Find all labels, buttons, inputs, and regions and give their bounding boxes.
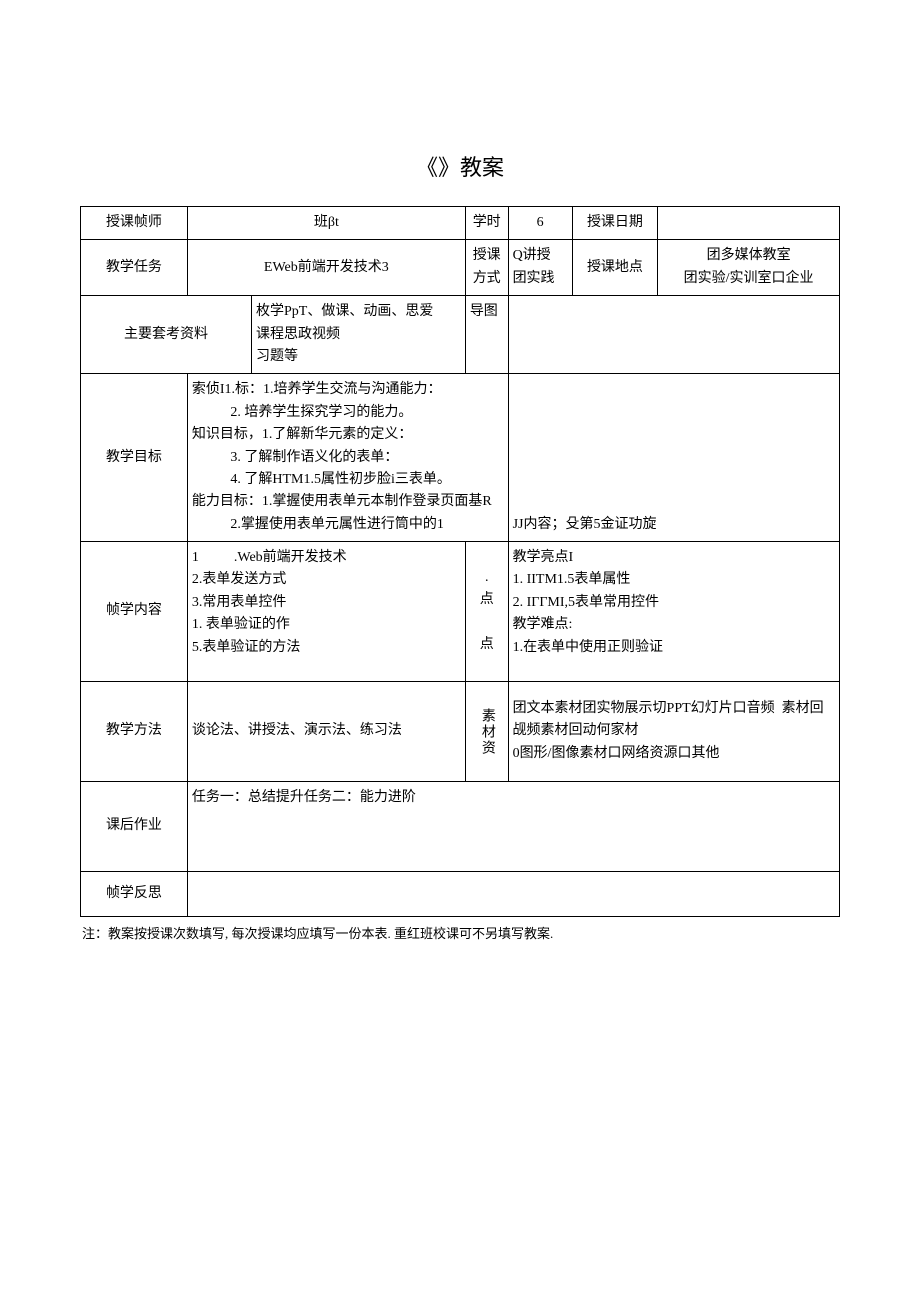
- value-homework: 任务一：总结提升任务二：能力进阶: [187, 782, 839, 872]
- table-row: 教学目标 索侦I1.标：1.培养学生交流与沟通能力： 2. 培养学生探究学习的能…: [81, 374, 840, 542]
- value-goals-side: JJ内容；殳第5金证功旋: [508, 374, 839, 542]
- value-goals: 索侦I1.标：1.培养学生交流与沟通能力： 2. 培养学生探究学习的能力。 知识…: [187, 374, 508, 542]
- label-place: 授课地点: [572, 240, 658, 296]
- label-goals: 教学目标: [81, 374, 188, 542]
- label-hours: 学时: [465, 207, 508, 240]
- value-material: 团文本素材团实物展示切PPT幻灯片口音频 素材回觇频素材回动何家材 0图形/图像…: [508, 682, 839, 782]
- label-homework: 课后作业: [81, 782, 188, 872]
- table-row: 课后作业 任务一：总结提升任务二：能力进阶: [81, 782, 840, 872]
- label-date: 授课日期: [572, 207, 658, 240]
- table-row: 帧学反思: [81, 872, 840, 917]
- label-content: 帧学内容: [81, 542, 188, 682]
- label-reference: 主要套考资料: [81, 296, 252, 374]
- page-title: 《》教案: [80, 150, 840, 182]
- label-reflection: 帧学反思: [81, 872, 188, 917]
- value-content: 1 .Web前端开发技术 2.表单发送方式 3.常用表单控件 1. 表单验证的作…: [187, 542, 465, 682]
- value-date: [658, 207, 840, 240]
- label-mode: 授课 方式: [465, 240, 508, 296]
- value-task: EWeb前端开发技术3: [187, 240, 465, 296]
- label-class: 班βt: [187, 207, 465, 240]
- value-reflection: [187, 872, 839, 917]
- table-row: 授课帧师 班βt 学时 6 授课日期: [81, 207, 840, 240]
- value-reference-extra: 导图: [465, 296, 508, 374]
- footnote: 注：教案按授课次数填写, 每次授课均应填写一份本表. 重红班校课可不另填写教案.: [80, 917, 840, 942]
- empty-cell: [508, 296, 839, 374]
- label-methods: 教学方法: [81, 682, 188, 782]
- table-row: 教学方法 谈论法、讲授法、演示法、练习法 素材资 团文本素材团实物展示切PPT幻…: [81, 682, 840, 782]
- label-teacher: 授课帧师: [81, 207, 188, 240]
- table-row: 帧学内容 1 .Web前端开发技术 2.表单发送方式 3.常用表单控件 1. 表…: [81, 542, 840, 682]
- value-hours: 6: [508, 207, 572, 240]
- table-row: 主要套考资料 枚学PpT、做课、动画、思爱 课程思政视频 习题等 导图: [81, 296, 840, 374]
- value-methods: 谈论法、讲授法、演示法、练习法: [187, 682, 465, 782]
- value-place: 团多媒体教室 团实验/实训室口企业: [658, 240, 840, 296]
- value-reference: 枚学PpT、做课、动画、思爱 课程思政视频 习题等: [252, 296, 466, 374]
- value-content-mid: . 点 点: [465, 542, 508, 682]
- lesson-plan-table: 授课帧师 班βt 学时 6 授课日期 教学任务 EWeb前端开发技术3 授课 方…: [80, 206, 840, 917]
- table-row: 教学任务 EWeb前端开发技术3 授课 方式 Q讲授 团实践 授课地点 团多媒体…: [81, 240, 840, 296]
- label-task: 教学任务: [81, 240, 188, 296]
- label-material: 素材资: [465, 682, 508, 782]
- value-content-right: 教学亮点I 1. IITM1.5表单属性 2. IГГMI,5表单常用控件 教学…: [508, 542, 839, 682]
- value-mode: Q讲授 团实践: [508, 240, 572, 296]
